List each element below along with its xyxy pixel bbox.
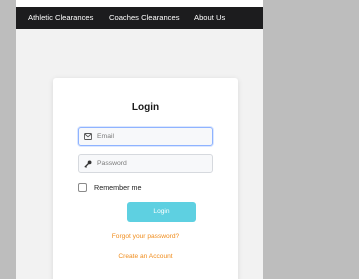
login-title: Login [131,102,160,113]
key-icon [84,159,93,168]
login-button[interactable]: Login [127,202,196,222]
browser-viewport: Athletic Clearances Coaches Clearances A… [16,0,263,279]
navbar: Athletic Clearances Coaches Clearances A… [16,7,263,29]
password-field[interactable]: Password [78,154,213,173]
nav-link-coaches-clearances[interactable]: Coaches Clearances [109,7,180,29]
password-placeholder: Password [97,160,127,167]
remember-checkbox[interactable] [78,183,87,192]
envelope-icon [84,132,93,141]
remember-label: Remember me [94,183,142,192]
remember-me[interactable]: Remember me [78,182,142,193]
forgot-password-link[interactable]: Forgot your password? [53,233,238,240]
email-field[interactable]: Email [78,127,213,146]
nav-link-athletic-clearances[interactable]: Athletic Clearances [28,7,93,29]
top-strip [16,0,263,7]
create-account-link[interactable]: Create an Account [53,253,238,260]
login-card: Login Email Password Remember me Login F… [53,78,238,279]
email-placeholder: Email [97,133,114,140]
nav-link-about-us[interactable]: About Us [194,7,225,29]
